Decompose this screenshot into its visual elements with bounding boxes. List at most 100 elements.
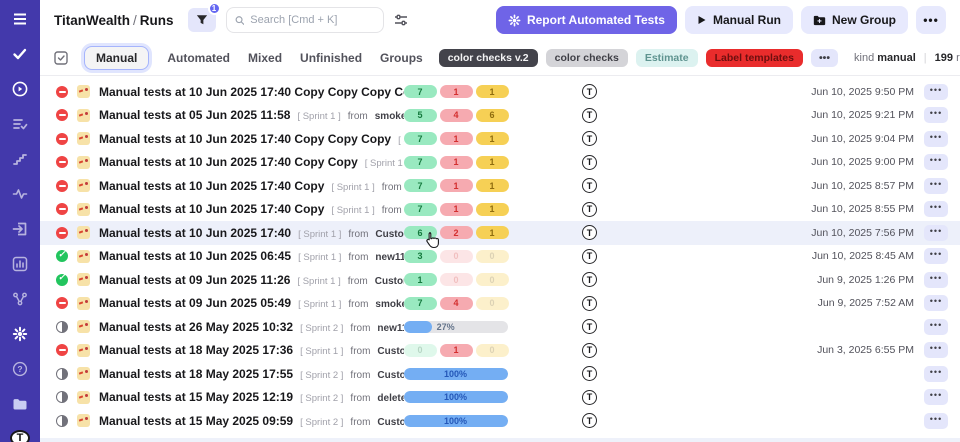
menu-icon[interactable]	[11, 10, 29, 28]
run-result: 621	[404, 226, 570, 239]
run-row[interactable]: Manual tests at 26 May 2025 10:32 [ Spri…	[40, 315, 960, 339]
status-progress-icon	[56, 415, 77, 427]
gear-icon[interactable]	[11, 325, 29, 343]
row-more-button[interactable]: •••	[924, 84, 960, 100]
run-row[interactable]: Manual tests at 10 Jun 2025 06:45 [ Spri…	[40, 245, 960, 269]
top-bar: TitanWealth/Runs 1 Report Automated Test…	[40, 0, 960, 40]
row-more-button[interactable]: •••	[924, 154, 960, 170]
run-sprint: [ Sprint 1 ]	[331, 205, 374, 216]
chip--[interactable]: •••	[811, 49, 838, 67]
row-more-button[interactable]: •••	[924, 272, 960, 288]
run-row[interactable]: Manual tests at 10 Jun 2025 17:40 Copy C…	[40, 127, 960, 151]
pass-count-badge: 7	[404, 85, 437, 98]
search-icon	[235, 15, 245, 26]
row-more-button[interactable]: •••	[924, 413, 960, 429]
run-source: delete icon	[377, 393, 403, 404]
run-title: Manual tests at 09 Jun 2025 11:26	[99, 273, 290, 287]
run-author-avatar: T	[570, 249, 610, 264]
play-circle-icon[interactable]	[11, 80, 29, 98]
progress-bar: 100%	[404, 415, 508, 427]
pass-count-badge: 7	[404, 203, 437, 216]
sliders-icon[interactable]	[394, 13, 408, 27]
folder-icon[interactable]	[11, 395, 29, 413]
run-result: 010	[404, 344, 570, 357]
tab-manual[interactable]: Manual	[84, 46, 149, 70]
pass-count-badge: 0	[404, 344, 437, 357]
run-row[interactable]: Manual tests at 15 May 2025 09:59 [ Spri…	[40, 409, 960, 433]
chip-label-templates[interactable]: Label templates	[706, 49, 803, 67]
row-more-button[interactable]: •••	[924, 366, 960, 382]
new-group-button[interactable]: New Group	[801, 6, 908, 34]
branch-icon[interactable]	[11, 290, 29, 308]
run-row[interactable]: Manual tests at 18 May 2025 17:36 [ Spri…	[40, 339, 960, 363]
run-from-label: from	[348, 252, 368, 263]
activity-icon[interactable]	[11, 185, 29, 203]
filter-button[interactable]: 1	[188, 8, 216, 32]
row-more-button[interactable]: •••	[924, 107, 960, 123]
chip-color-checks[interactable]: color checks	[546, 49, 628, 67]
search-box[interactable]	[226, 7, 384, 33]
run-row[interactable]: Manual tests at 10 Jun 2025 17:40 Copy C…	[40, 151, 960, 175]
status-failed-icon	[56, 203, 77, 215]
login-box-icon[interactable]	[11, 220, 29, 238]
row-more-button[interactable]: •••	[924, 225, 960, 241]
report-automated-tests-button[interactable]: Report Automated Tests	[496, 6, 677, 34]
row-more-button[interactable]: •••	[924, 201, 960, 217]
progress-label: 27%	[437, 321, 455, 333]
help-icon[interactable]: ?	[11, 360, 29, 378]
run-row[interactable]: Manual tests at 10 Jun 2025 17:40 Copy […	[40, 198, 960, 222]
row-more-button[interactable]: •••	[924, 342, 960, 358]
run-result: 100%	[404, 368, 570, 380]
row-more-button[interactable]: •••	[924, 248, 960, 264]
report-automated-tests-label: Report Automated Tests	[527, 13, 665, 27]
run-source: Custom Selection	[375, 276, 404, 287]
manual-run-button[interactable]: Manual Run	[685, 6, 793, 34]
run-row[interactable]: Manual tests at 10 Jun 2025 17:40 [ Spri…	[40, 221, 960, 245]
run-date: Jun 10, 2025 7:56 PM	[610, 227, 925, 239]
row-more-button[interactable]: •••	[924, 295, 960, 311]
progress-bar: 100%	[404, 391, 508, 403]
run-emoji-icon	[77, 320, 99, 333]
filter-count-badge: 1	[208, 2, 221, 15]
other-count-badge: 1	[476, 226, 509, 239]
header-more-button[interactable]: •••	[916, 6, 946, 34]
status-failed-icon	[56, 180, 77, 192]
run-row[interactable]: Manual tests at 18 May 2025 17:55 [ Spri…	[40, 362, 960, 386]
tab-mixed[interactable]: Mixed	[248, 51, 282, 65]
run-row[interactable]: Manual tests at 10 Jun 2025 17:40 Copy C…	[40, 80, 960, 104]
bar-chart-icon[interactable]	[11, 255, 29, 273]
search-input[interactable]	[250, 14, 374, 26]
row-more-button[interactable]: •••	[924, 389, 960, 405]
select-runs-icon[interactable]	[54, 51, 68, 65]
run-author-avatar: T	[570, 155, 610, 170]
run-result: 711	[404, 85, 570, 98]
run-row[interactable]: Manual tests at 09 Jun 2025 11:26 [ Spri…	[40, 268, 960, 292]
tab-unfinished[interactable]: Unfinished	[300, 51, 362, 65]
tab-groups[interactable]: Groups	[380, 51, 423, 65]
run-author-avatar: T	[570, 366, 610, 381]
steps-icon[interactable]	[11, 150, 29, 168]
tab-automated[interactable]: Automated	[167, 51, 230, 65]
run-row[interactable]: Manual tests at 05 Jun 2025 11:58 [ Spri…	[40, 104, 960, 128]
run-row[interactable]: Manual tests at 09 Jun 2025 05:49 [ Spri…	[40, 292, 960, 316]
run-sprint: [ Sprint 1 ]	[300, 346, 343, 357]
row-more-button[interactable]: •••	[924, 178, 960, 194]
header-actions: Report Automated Tests Manual Run New Gr…	[496, 6, 946, 34]
other-count-badge: 0	[476, 297, 509, 310]
list-check-icon[interactable]	[11, 115, 29, 133]
fail-count-badge: 1	[440, 203, 473, 216]
status-failed-icon	[56, 109, 77, 121]
check-icon[interactable]	[11, 45, 29, 63]
row-more-button[interactable]: •••	[924, 131, 960, 147]
chip-estimate[interactable]: Estimate	[636, 49, 698, 67]
run-row[interactable]: Manual tests at 15 May 2025 12:19 [ Spri…	[40, 386, 960, 410]
chip-color-checks-v-2[interactable]: color checks v.2	[439, 49, 538, 67]
run-sprint: [ Sprint 2 ]	[300, 393, 343, 404]
workspace-avatar[interactable]: T	[10, 430, 30, 442]
run-source: smoke parameters	[375, 299, 403, 310]
run-row[interactable]: Manual tests at 10 Jun 2025 17:40 Copy […	[40, 174, 960, 198]
row-more-button[interactable]: •••	[924, 319, 960, 335]
status-failed-icon	[56, 344, 77, 356]
breadcrumb-project[interactable]: TitanWealth	[54, 13, 130, 28]
run-from-label: from	[382, 205, 402, 216]
